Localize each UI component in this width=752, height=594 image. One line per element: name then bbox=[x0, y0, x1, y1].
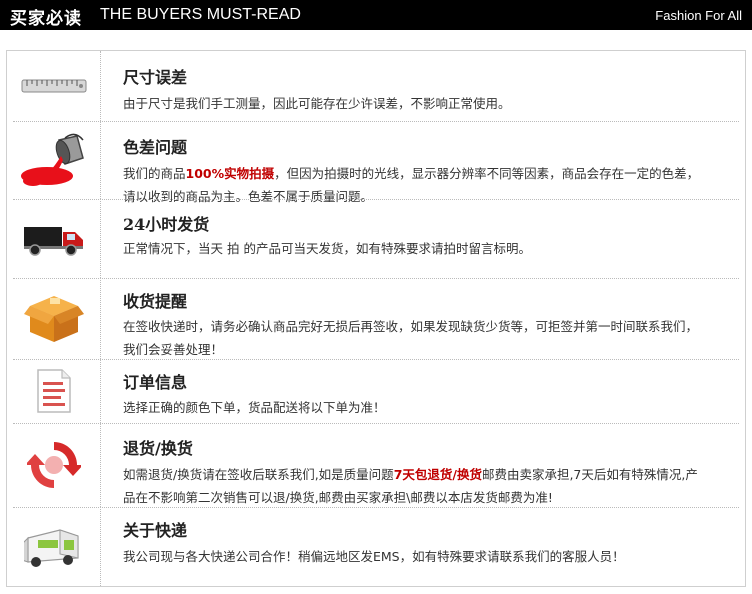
section-receiving-reminder: 收货提醒 在签收快递时，请务必确认商品完好无损后再签收，如果发现缺货少货等，可拒… bbox=[7, 278, 745, 359]
section-title: 尺寸误差 bbox=[123, 68, 188, 87]
icon-cell bbox=[7, 51, 101, 121]
section-order-info: 订单信息 选择正确的颜色下单，货品配送将以下单为准！ bbox=[7, 359, 745, 423]
desc-text: 我们的商品 bbox=[123, 166, 186, 181]
section-desc: 由于尺寸是我们手工测量，因此可能存在少许误差，不影响正常使用。 bbox=[123, 96, 511, 111]
header-title-en: THE BUYERS MUST-READ bbox=[100, 6, 301, 23]
section-desc: 选择正确的颜色下单，货品配送将以下单为准！ bbox=[123, 400, 386, 415]
header-bar: 买家必读 THE BUYERS MUST-READ Fashion For Al… bbox=[0, 0, 752, 30]
section-title: 关于快递 bbox=[123, 521, 188, 540]
section-24h-shipping: 24小时发货 正常情况下，当天 拍 的产品可当天发货，如有特殊要求请拍时留言标明… bbox=[7, 199, 745, 278]
icon-cell bbox=[7, 199, 101, 278]
notice-panel: 尺寸误差 由于尺寸是我们手工测量，因此可能存在少许误差，不影响正常使用。 色差问… bbox=[6, 50, 746, 587]
icon-cell bbox=[7, 359, 101, 423]
header-tagline: Fashion For All bbox=[655, 8, 742, 23]
icon-cell bbox=[7, 121, 101, 199]
desc-text: 如需退货/换货请在签收后联系我们,如是质量问题 bbox=[123, 467, 394, 482]
section-return-exchange: 退货/换货 如需退货/换货请在签收后联系我们,如是质量问题7天包退货/换货邮费由… bbox=[7, 423, 745, 507]
section-express-delivery: 关于快递 我公司现与各大快递公司合作！稍偏远地区发EMS，如有特殊要求请联系我们… bbox=[7, 507, 745, 586]
icon-cell bbox=[7, 423, 101, 507]
desc-highlight: 100%实物拍摄 bbox=[185, 166, 275, 181]
section-desc: 在签收快递时，请务必确认商品完好无损后再签收，如果发现缺货少货等，可拒签并第一时… bbox=[123, 319, 699, 357]
section-title: 24小时发货 bbox=[123, 215, 210, 234]
header-title-cn: 买家必读 bbox=[10, 9, 82, 29]
exchange-arrows-icon bbox=[26, 442, 81, 488]
section-title: 退货/换货 bbox=[123, 439, 193, 458]
section-title: 收货提醒 bbox=[123, 292, 188, 311]
section-desc: 如需退货/换货请在签收后联系我们,如是质量问题7天包退货/换货邮费由卖家承担,7… bbox=[123, 463, 708, 509]
desc-highlight: 7天包退货/换货 bbox=[393, 467, 482, 482]
icon-cell bbox=[7, 278, 101, 359]
section-desc: 我公司现与各大快递公司合作！稍偏远地区发EMS，如有特殊要求请联系我们的客服人员… bbox=[123, 549, 625, 564]
document-icon bbox=[36, 369, 71, 413]
paint-can-icon bbox=[20, 133, 84, 186]
section-title: 订单信息 bbox=[123, 373, 188, 392]
section-color-difference: 色差问题 我们的商品100%实物拍摄，但因为拍摄时的光线，显示器分辨率不同等因素… bbox=[7, 121, 745, 204]
box-icon bbox=[23, 295, 84, 342]
icon-cell bbox=[7, 507, 101, 586]
ruler-icon bbox=[21, 79, 86, 93]
truck-icon bbox=[23, 226, 83, 256]
section-desc: 正常情况下，当天 拍 的产品可当天发货，如有特殊要求请拍时留言标明。 bbox=[123, 241, 531, 256]
section-title: 色差问题 bbox=[123, 138, 188, 157]
section-size-error: 尺寸误差 由于尺寸是我们手工测量，因此可能存在少许误差，不影响正常使用。 bbox=[7, 51, 745, 121]
delivery-van-icon bbox=[23, 528, 79, 567]
